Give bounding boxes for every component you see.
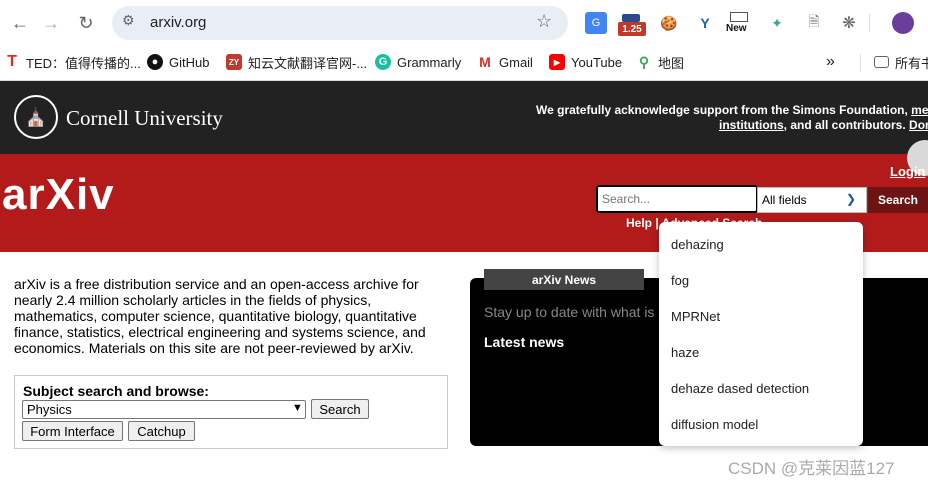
github-icon: ● — [147, 54, 163, 70]
bookmark-label: YouTube — [571, 54, 623, 70]
autocomplete-item[interactable]: MPRNet — [671, 306, 720, 326]
search-input[interactable] — [596, 185, 758, 213]
youtube-icon: ▶ — [549, 54, 565, 70]
bookmarks-overflow-icon[interactable]: » — [826, 52, 835, 72]
translate-extension-icon[interactable]: G — [585, 12, 607, 34]
subject-select[interactable]: Physics — [22, 400, 306, 419]
news-extension-icon — [730, 12, 748, 22]
login-link[interactable]: Login — [890, 164, 925, 179]
video-speed-extension[interactable]: 1.25 — [618, 14, 646, 36]
csdn-watermark: CSDN @克莱因蓝127 — [728, 459, 895, 478]
autocomplete-item[interactable]: dehaze dased detection — [671, 378, 809, 398]
cornell-name[interactable]: Cornell University — [66, 106, 223, 131]
arxiv-logo[interactable]: arXiv — [2, 170, 115, 220]
autocomplete-item[interactable]: diffusion model — [671, 414, 758, 434]
toolbar-divider — [869, 14, 870, 32]
search-button[interactable]: Search — [868, 187, 928, 213]
speed-badge: 1.25 — [618, 22, 646, 36]
news-tab[interactable]: arXiv News — [484, 269, 644, 290]
url-text[interactable]: arxiv.org — [150, 14, 206, 31]
bookmark-grammarly[interactable]: G Grammarly — [375, 52, 461, 72]
map-pin-icon: ⚲ — [638, 53, 650, 70]
autocomplete-item[interactable]: dehazing — [671, 234, 724, 254]
cookie-extension-icon[interactable]: 🍪 — [658, 12, 680, 34]
zhiyun-icon: ZY — [226, 54, 242, 70]
bookmark-label: TED：值得传播的... — [26, 55, 141, 71]
profile-avatar[interactable] — [892, 12, 914, 34]
institutions-link[interactable]: institutions — [719, 118, 784, 132]
site-settings-icon[interactable]: ⚙ — [122, 12, 142, 32]
bookmark-youtube[interactable]: ▶ YouTube — [549, 52, 622, 72]
cornell-seal-icon[interactable]: ⛪ — [14, 95, 58, 139]
forward-arrow-icon[interactable]: → — [38, 10, 64, 36]
subject-title: Subject search and browse: — [23, 383, 209, 399]
bookmark-label: Gmail — [499, 54, 533, 70]
bookmark-ted[interactable]: T TED：值得传播的... — [4, 52, 141, 72]
form-interface-button[interactable]: Form Interface — [22, 421, 123, 441]
bookmark-gmail[interactable]: M Gmail — [477, 52, 533, 72]
ted-icon: T — [7, 53, 17, 70]
y-extension-icon[interactable]: Y — [694, 12, 716, 34]
all-bookmarks-folder[interactable]: 所有书 — [874, 52, 928, 72]
intro-paragraph: arXiv is a free distribution service and… — [14, 276, 426, 356]
bookmark-label: 地图 — [658, 55, 685, 71]
bookmarks-divider — [860, 54, 861, 72]
grammarly-icon: G — [375, 54, 391, 70]
chevron-down-icon: ❯ — [846, 192, 857, 206]
bookmark-maps[interactable]: ⚲ 地图 — [636, 52, 684, 72]
subject-search-button[interactable]: Search — [311, 399, 369, 419]
autocomplete-item[interactable]: haze — [671, 342, 699, 362]
new-label: New — [726, 23, 747, 34]
bookmark-zhiyun[interactable]: ZY 知云文献翻译官网-... — [226, 52, 367, 72]
autocomplete-item[interactable]: fog — [671, 270, 689, 290]
bookmark-label: GitHub — [169, 54, 210, 70]
acknowledgement-line-1: We gratefully acknowledge support from t… — [536, 103, 928, 117]
back-arrow-icon[interactable]: ← — [7, 10, 33, 36]
autocomplete-dropdown — [659, 222, 863, 446]
video-speed-icon — [622, 14, 640, 22]
folder-icon — [874, 56, 889, 68]
ack-text: , and all contributors. — [783, 118, 906, 132]
member-link[interactable]: member — [911, 103, 928, 117]
bookmark-label: Grammarly — [397, 54, 462, 70]
reload-icon[interactable]: ↻ — [73, 10, 99, 36]
gmail-icon: M — [479, 54, 491, 70]
chevron-down-icon: ▼ — [292, 402, 303, 414]
extensions-puzzle-icon[interactable]: ❋ — [838, 12, 860, 34]
latest-news-heading[interactable]: Latest news — [484, 334, 564, 350]
bookmark-github[interactable]: ● GitHub — [147, 52, 209, 72]
news-stay-text: Stay up to date with what is — [484, 304, 655, 320]
bookmark-star-icon[interactable]: ☆ — [536, 11, 552, 32]
ink-extension-icon[interactable]: ✦ — [766, 12, 788, 34]
acknowledgement-line-2: institutions, and all contributors. Dona… — [719, 118, 928, 132]
document-extension-icon[interactable]: 🗎 — [803, 12, 825, 34]
news-extension[interactable]: New — [726, 12, 754, 36]
donate-link[interactable]: Donate — [909, 118, 928, 132]
bookmark-label: 所有书 — [895, 55, 928, 71]
bookmark-label: 知云文献翻译官网-... — [248, 55, 368, 71]
catchup-button[interactable]: Catchup — [128, 421, 195, 441]
ack-text: We gratefully acknowledge support from t… — [536, 103, 908, 117]
